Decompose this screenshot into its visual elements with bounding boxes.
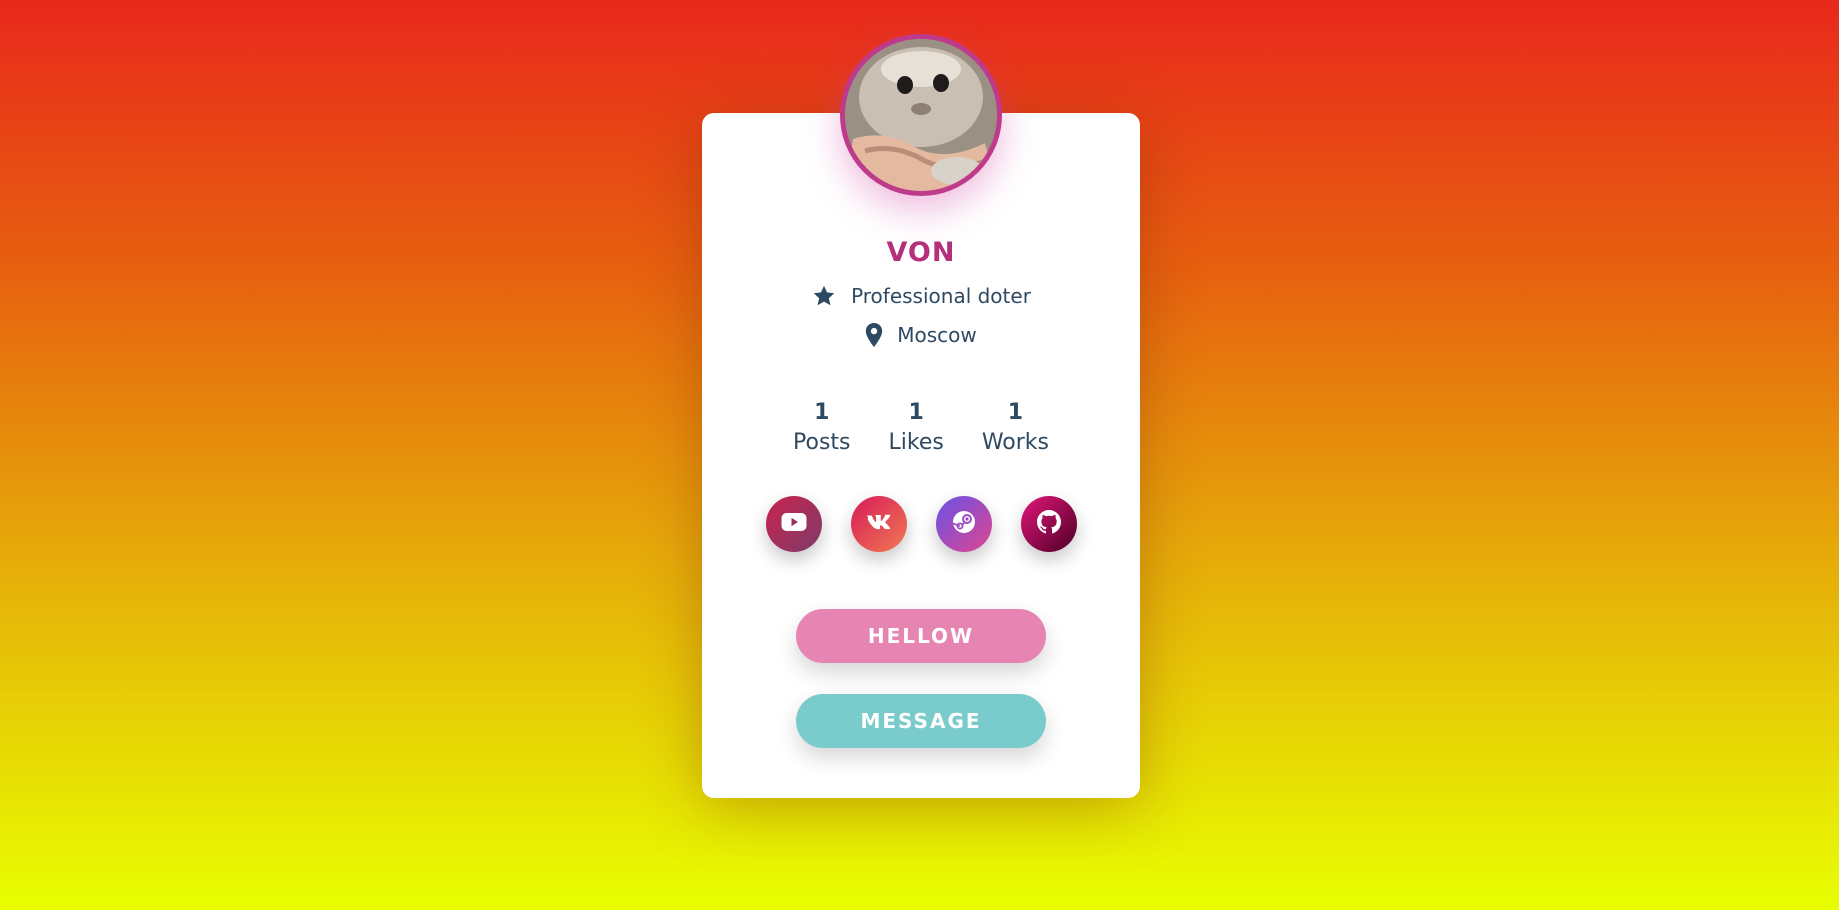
stat-value: 1 — [908, 400, 924, 425]
vk-link[interactable] — [850, 496, 907, 552]
stat-label: Likes — [888, 430, 944, 455]
profile-stats: 1 Posts 1 Likes 1 Works — [702, 400, 1140, 460]
vk-icon — [866, 514, 892, 534]
hellow-button[interactable]: HELLOW — [796, 609, 1046, 663]
github-link[interactable] — [1020, 496, 1077, 552]
stat-posts[interactable]: 1 Posts — [793, 400, 851, 460]
profile-title-row: Professional doter — [702, 284, 1140, 308]
profile-title: Professional doter — [851, 284, 1031, 308]
avatar[interactable] — [840, 34, 1002, 196]
star-icon — [811, 284, 837, 308]
steam-icon — [952, 510, 976, 538]
map-pin-icon — [865, 323, 883, 347]
hamster-photo — [845, 39, 997, 191]
stat-value: 1 — [1007, 400, 1024, 425]
youtube-icon — [781, 512, 807, 536]
youtube-link[interactable] — [765, 496, 822, 552]
message-button[interactable]: MESSAGE — [796, 694, 1046, 748]
profile-card: VON Professional doter Moscow 1 Posts 1 … — [702, 113, 1140, 798]
stat-label: Posts — [793, 430, 851, 455]
github-icon — [1036, 510, 1061, 538]
social-links — [702, 496, 1140, 552]
profile-location: Moscow — [897, 323, 977, 347]
stat-works[interactable]: 1 Works — [982, 400, 1049, 460]
stat-label: Works — [981, 430, 1049, 455]
profile-name: VON — [886, 237, 956, 268]
stat-value: 1 — [814, 400, 830, 425]
steam-link[interactable] — [935, 496, 992, 552]
stat-likes[interactable]: 1 Likes — [889, 400, 944, 460]
profile-location-row: Moscow — [702, 323, 1140, 347]
